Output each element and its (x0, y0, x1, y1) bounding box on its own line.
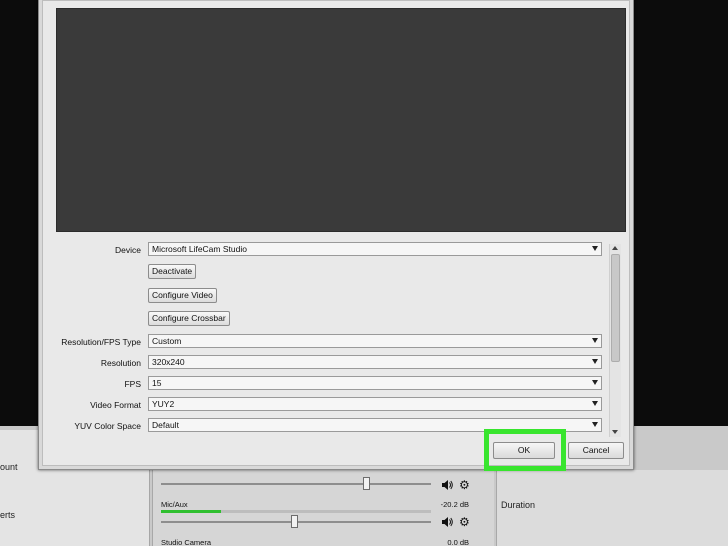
panel-item-partial[interactable]: ount (0, 462, 18, 472)
configure-crossbar-button[interactable]: Configure Crossbar (148, 311, 230, 326)
source-preview (56, 8, 626, 232)
properties-dialog-body: Device Microsoft LifeCam Studio Deactiva… (42, 0, 630, 466)
properties-scrollbar[interactable] (609, 244, 621, 437)
audio-mixer: ⚙ Mic/Aux -20.2 dB ⚙ Studio Camera 0.0 d… (152, 470, 494, 546)
properties-dialog: Device Microsoft LifeCam Studio Deactiva… (38, 0, 634, 470)
yuv-color-space-label: YUV Color Space (74, 421, 141, 431)
resolution-fps-type-select[interactable]: Custom (148, 334, 602, 348)
volume-slider-handle[interactable] (291, 515, 298, 528)
yuv-color-space-value: Default (152, 420, 179, 430)
device-select[interactable]: Microsoft LifeCam Studio (148, 242, 602, 256)
audio-meter (161, 510, 431, 513)
volume-slider[interactable] (161, 483, 431, 485)
resolution-select[interactable]: 320x240 (148, 355, 602, 369)
configure-video-button[interactable]: Configure Video (148, 288, 217, 303)
mixer-channel-db: -20.2 dB (440, 500, 469, 509)
chevron-down-icon (592, 246, 598, 251)
fps-select[interactable]: 15 (148, 376, 602, 390)
mixer-channel: Studio Camera 0.0 dB (161, 536, 487, 546)
scrollbar-thumb[interactable] (611, 254, 620, 362)
chevron-down-icon (592, 380, 598, 385)
fps-value: 15 (152, 378, 162, 388)
gear-icon[interactable]: ⚙ (459, 516, 471, 528)
mixer-channel-name: Studio Camera (161, 538, 212, 546)
chevron-down-icon (592, 359, 598, 364)
speaker-icon[interactable] (441, 516, 453, 528)
scroll-up-icon[interactable] (612, 246, 618, 250)
speaker-icon[interactable] (441, 479, 453, 491)
mixer-channel-name: Mic/Aux (161, 500, 188, 509)
device-value: Microsoft LifeCam Studio (152, 244, 247, 254)
resolution-fps-type-label: Resolution/FPS Type (61, 337, 141, 347)
resolution-value: 320x240 (152, 357, 185, 367)
resolution-label: Resolution (100, 358, 141, 368)
mixer-channel-db: 0.0 dB (447, 538, 469, 546)
fps-label: FPS (124, 379, 141, 389)
cancel-button[interactable]: Cancel (568, 442, 624, 459)
chevron-down-icon (592, 338, 598, 343)
mixer-channel: Mic/Aux -20.2 dB ⚙ (161, 498, 487, 528)
resolution-fps-type-value: Custom (152, 336, 182, 346)
chevron-down-icon (592, 401, 598, 406)
deactivate-button[interactable]: Deactivate (148, 264, 197, 279)
gear-icon[interactable]: ⚙ (459, 479, 471, 491)
video-format-value: YUY2 (152, 399, 175, 409)
video-format-label: Video Format (90, 400, 141, 410)
ok-button-highlight (484, 429, 566, 471)
chevron-down-icon (592, 422, 598, 427)
panel-item-partial[interactable]: erts (0, 510, 15, 520)
video-format-select[interactable]: YUY2 (148, 397, 602, 411)
duration-label: Duration (501, 500, 536, 510)
scroll-down-icon[interactable] (612, 430, 618, 434)
device-label: Device (115, 245, 141, 255)
controls-panel: Duration (496, 470, 728, 546)
volume-slider-handle[interactable] (363, 477, 370, 490)
mixer-channel: ⚙ (161, 472, 487, 494)
audio-meter-level (161, 510, 221, 513)
